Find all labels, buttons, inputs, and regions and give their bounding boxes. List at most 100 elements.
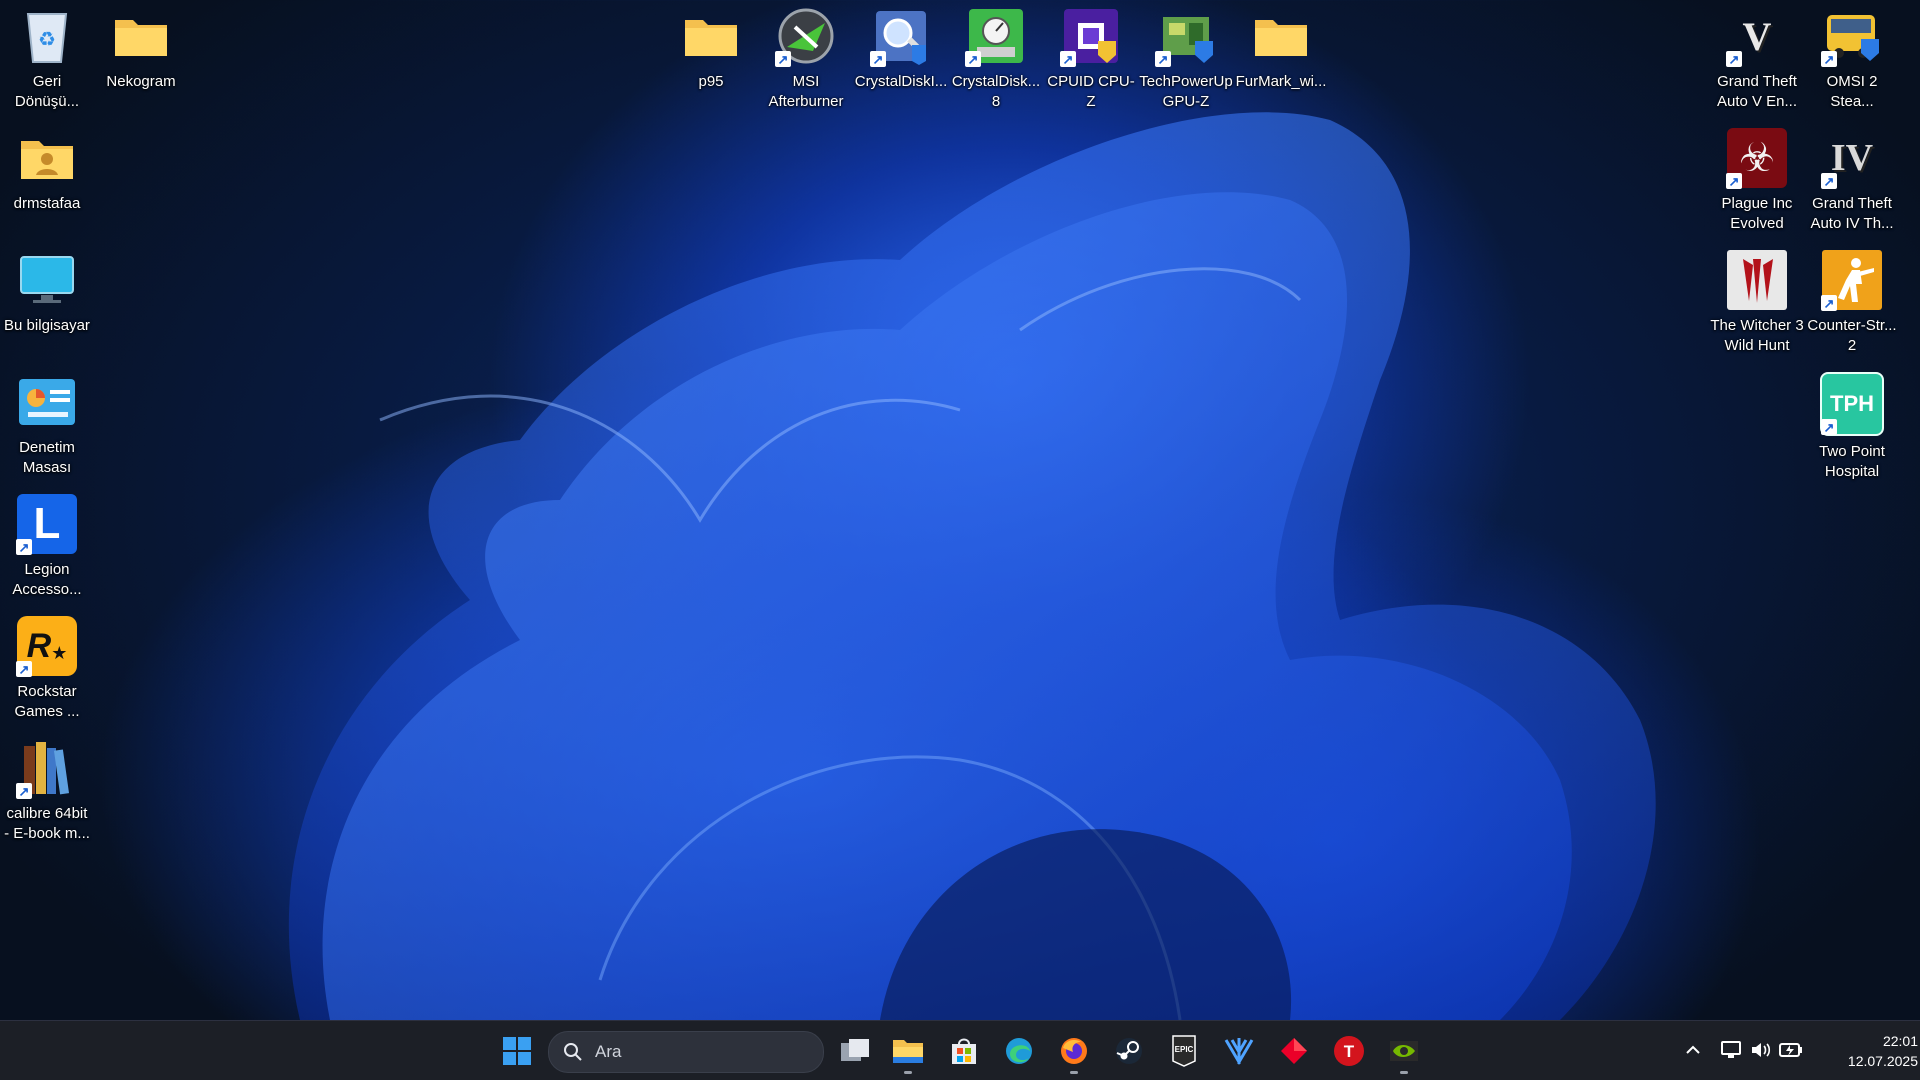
shortcut-arrow-icon <box>1155 51 1171 67</box>
taskbar-search-box[interactable]: Ara <box>548 1031 824 1073</box>
desktop-icon-witcher3[interactable]: The Witcher 3 Wild Hunt <box>1710 250 1804 356</box>
edge-icon <box>1006 1038 1032 1064</box>
taskbar-riot-client[interactable] <box>1274 1031 1314 1071</box>
taskbar-microsoft-store[interactable] <box>944 1031 984 1071</box>
taskbar-edge[interactable] <box>999 1031 1039 1071</box>
taskbar-epic-games[interactable]: EPIC <box>1164 1031 1204 1071</box>
file-explorer-icon <box>893 1040 923 1063</box>
desktop-icon-p95[interactable]: p95 <box>664 6 758 92</box>
desktop-icon-plague-inc[interactable]: ☣ Plague Inc Evolved <box>1710 128 1804 234</box>
desktop-icon-msi-afterburner[interactable]: MSI Afterburner <box>759 6 853 112</box>
crystaldiskinfo-icon <box>870 6 931 67</box>
shortcut-arrow-icon <box>16 539 32 555</box>
network-status[interactable] <box>1718 1035 1744 1065</box>
speaker-icon <box>1752 1043 1771 1057</box>
clock-time: 22:01 <box>1882 1033 1918 1049</box>
gpuz-icon <box>1155 6 1216 67</box>
svg-text:♻: ♻ <box>38 29 56 51</box>
icon-label: CPUID CPU-Z <box>1047 73 1135 110</box>
taskbar-file-explorer[interactable] <box>888 1031 928 1074</box>
legion-icon: L <box>16 494 77 555</box>
clock-date: 12.07.2025 <box>1847 1053 1918 1069</box>
nvidia-icon <box>1390 1041 1418 1061</box>
gta4-icon: IV <box>1821 128 1882 189</box>
icon-label: MSI Afterburner <box>768 73 844 110</box>
shortcut-arrow-icon <box>1821 173 1837 189</box>
shortcut-arrow-icon <box>1821 419 1837 435</box>
icon-label: OMSI 2 Stea... <box>1826 73 1878 110</box>
riot-client-icon <box>1281 1038 1307 1064</box>
shortcut-arrow-icon <box>1821 51 1837 67</box>
icon-label: Grand Theft Auto IV Th... <box>1810 195 1894 232</box>
chevron-up-icon <box>1686 1045 1700 1054</box>
desktop-icon-recycle-bin[interactable]: ♻ Geri Dönüşü... <box>0 6 94 112</box>
shortcut-arrow-icon <box>775 51 791 67</box>
desktop-icon-legion[interactable]: L Legion Accesso... <box>0 494 94 600</box>
shortcut-arrow-icon <box>965 51 981 67</box>
volume-control[interactable] <box>1748 1035 1774 1065</box>
desktop-icon-calibre[interactable]: calibre 64bit - E-book m... <box>0 738 94 844</box>
epic-games-icon: EPIC <box>1172 1035 1196 1067</box>
icon-label: CrystalDiskI... <box>854 73 948 90</box>
folder-icon <box>1251 6 1311 66</box>
desktop-icon-gta4[interactable]: IV Grand Theft Auto IV Th... <box>1805 128 1899 234</box>
taskbar-nvidia[interactable] <box>1384 1031 1424 1074</box>
witcher-icon <box>1727 250 1787 310</box>
shortcut-arrow-icon <box>870 51 886 67</box>
system-clock[interactable]: 22:01 12.07.2025 <box>1818 1031 1918 1071</box>
search-icon <box>564 1043 582 1061</box>
desktop-icon-cpu-z[interactable]: CPUID CPU-Z <box>1044 6 1138 112</box>
icon-label: Grand Theft Auto V En... <box>1716 73 1798 110</box>
desktop-icon-counter-strike[interactable]: Counter-Str... 2 <box>1805 250 1899 356</box>
start-button[interactable] <box>497 1031 537 1071</box>
task-view-button[interactable] <box>835 1031 875 1071</box>
icon-label: FurMark_wi... <box>1235 73 1327 90</box>
desktop-icon-nekogram[interactable]: Nekogram <box>94 6 188 92</box>
desktop-icon-this-pc[interactable]: Bu bilgisayar <box>0 250 94 336</box>
show-hidden-icons-button[interactable] <box>1680 1035 1706 1065</box>
running-indicator <box>904 1071 912 1074</box>
icon-label: Legion Accesso... <box>12 561 82 598</box>
icon-label: Rockstar Games ... <box>14 683 80 720</box>
icon-label: Nekogram <box>106 73 176 90</box>
desktop-icon-furmark[interactable]: FurMark_wi... <box>1234 6 1328 92</box>
t-app-icon: T <box>1334 1036 1364 1066</box>
counter-strike-icon <box>1821 250 1882 311</box>
taskbar-t-app[interactable]: T <box>1329 1031 1369 1071</box>
desktop-icon-control-panel[interactable]: Denetim Masası <box>0 372 94 478</box>
desktop: ♻ Geri Dönüşü... Nekogram drmstafaa Bu b… <box>0 0 1920 1020</box>
shortcut-arrow-icon <box>16 661 32 677</box>
taskbar-firefox[interactable] <box>1054 1031 1094 1074</box>
desktop-icon-gta5[interactable]: V Grand Theft Auto V En... <box>1710 6 1804 112</box>
desktop-icon-user-folder[interactable]: drmstafaa <box>0 128 94 214</box>
icon-label: Geri Dönüşü... <box>14 73 80 110</box>
desktop-icon-crystaldiskmark[interactable]: CrystalDisk... 8 <box>949 6 1043 112</box>
battery-charging-icon <box>1779 1043 1802 1057</box>
taskbar: Ara EPIC T 22:01 12.07.2025 <box>0 1020 1920 1080</box>
desktop-icon-rockstar[interactable]: R★ Rockstar Games ... <box>0 616 94 722</box>
control-panel-icon <box>17 372 77 432</box>
taskbar-steam[interactable] <box>1109 1031 1149 1071</box>
tph-icon: TPH <box>1820 372 1884 436</box>
battery-status[interactable] <box>1778 1035 1804 1065</box>
icon-label: Plague Inc Evolved <box>1721 195 1793 232</box>
shortcut-arrow-icon <box>1726 173 1742 189</box>
desktop-icon-two-point-hospital[interactable]: TPH Two Point Hospital <box>1805 372 1899 482</box>
task-view-icon <box>841 1039 869 1061</box>
taskbar-ea-app[interactable] <box>1219 1031 1259 1071</box>
steam-icon <box>1116 1038 1142 1064</box>
desktop-icon-crystaldiskinfo[interactable]: CrystalDiskI... <box>854 6 948 92</box>
folder-icon <box>111 6 171 66</box>
bus-icon <box>1821 6 1882 67</box>
crystaldiskmark-icon <box>965 6 1026 67</box>
windows-logo-icon <box>503 1037 531 1065</box>
icon-label: CrystalDisk... 8 <box>951 73 1041 110</box>
recycle-bin-icon: ♻ <box>17 6 77 66</box>
desktop-icon-gpu-z[interactable]: TechPowerUp GPU-Z <box>1139 6 1233 112</box>
biohazard-icon: ☣ <box>1726 128 1787 189</box>
desktop-icon-omsi2[interactable]: OMSI 2 Stea... <box>1805 6 1899 112</box>
running-indicator <box>1400 1071 1408 1074</box>
icon-label: p95 <box>698 73 724 90</box>
icon-label: calibre 64bit - E-book m... <box>4 805 90 842</box>
afterburner-icon <box>775 6 836 67</box>
